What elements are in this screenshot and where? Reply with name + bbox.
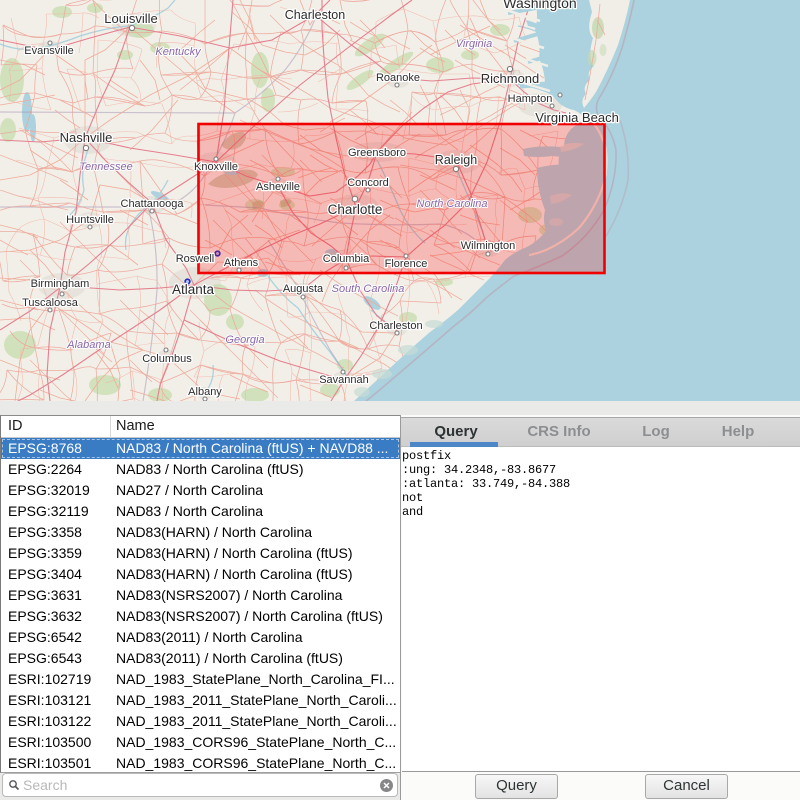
svg-text:Charlotte: Charlotte (328, 202, 383, 217)
svg-text:Knoxville: Knoxville (194, 161, 238, 173)
svg-text:Florence: Florence (385, 258, 428, 270)
svg-text:Atlanta: Atlanta (172, 282, 215, 297)
svg-text:Evansville: Evansville (24, 45, 74, 57)
svg-text:Tuscaloosa: Tuscaloosa (22, 297, 79, 309)
svg-text:Columbia: Columbia (323, 253, 370, 265)
svg-text:Washington: Washington (503, 0, 576, 11)
svg-text:Louisville: Louisville (104, 11, 157, 26)
svg-text:North Carolina: North Carolina (417, 198, 488, 210)
svg-text:Concord: Concord (347, 177, 389, 189)
svg-text:Huntsville: Huntsville (66, 214, 114, 226)
svg-text:Nashville: Nashville (60, 130, 113, 145)
svg-text:Columbus: Columbus (142, 353, 192, 365)
svg-text:Virginia Beach: Virginia Beach (535, 110, 619, 125)
svg-text:Wilmington: Wilmington (461, 240, 515, 252)
svg-text:Albany: Albany (188, 386, 222, 398)
svg-text:Roanoke: Roanoke (376, 72, 420, 84)
svg-text:Charleston: Charleston (285, 8, 345, 22)
svg-text:Alabama: Alabama (66, 339, 110, 351)
svg-text:Birmingham: Birmingham (31, 278, 90, 290)
svg-text:Athens: Athens (224, 257, 259, 269)
svg-text:Savannah: Savannah (319, 374, 369, 386)
svg-text:Richmond: Richmond (481, 71, 540, 86)
svg-text:Chattanooga: Chattanooga (121, 198, 185, 210)
svg-text:Virginia: Virginia (456, 38, 493, 50)
svg-text:Hampton: Hampton (508, 93, 553, 105)
svg-text:Asheville: Asheville (256, 181, 300, 193)
svg-text:Roswell: Roswell (176, 253, 215, 265)
svg-text:Kentucky: Kentucky (155, 46, 202, 58)
svg-text:Charleston: Charleston (369, 320, 422, 332)
svg-text:Raleigh: Raleigh (435, 153, 477, 167)
svg-text:Georgia: Georgia (225, 334, 264, 346)
svg-text:Augusta: Augusta (283, 283, 324, 295)
svg-text:South Carolina: South Carolina (332, 283, 405, 295)
svg-text:Tennessee: Tennessee (79, 161, 132, 173)
svg-text:Greensboro: Greensboro (348, 147, 406, 159)
